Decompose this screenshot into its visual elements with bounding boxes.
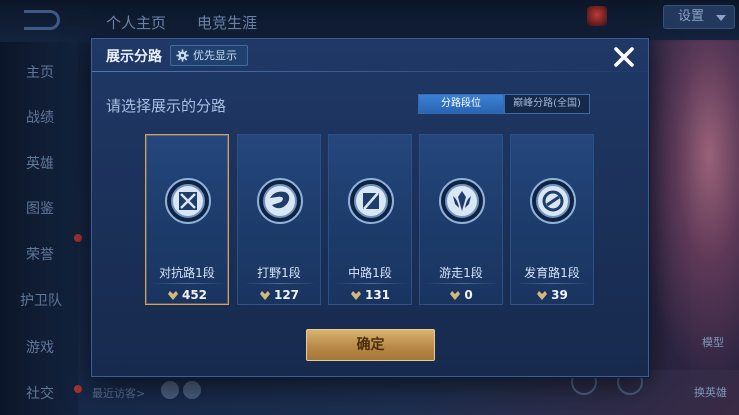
confirm-button[interactable]: 确定 [306,329,435,361]
back-logo-icon[interactable] [24,10,60,30]
lane-card-points: 127 [238,288,320,302]
visitor-avatar[interactable] [183,381,201,399]
points-icon [537,291,548,300]
gear-icon [176,49,189,62]
chevron-down-icon [716,15,726,21]
sidebar-item-home[interactable]: 主页 [26,62,54,82]
card-divider [426,283,498,284]
points-icon [350,291,361,300]
recent-visitors-link[interactable]: 最近访客> [92,385,145,401]
close-icon[interactable] [610,43,638,71]
points-icon [167,291,178,300]
lane-card-label: 游走1段 [439,266,483,280]
lane-card-label: 发育路1段 [524,266,580,280]
change-hero-label[interactable]: 换英雄 [694,384,727,400]
avatar[interactable] [587,6,607,26]
modal-title: 展示分路 [106,49,162,65]
lane-card-points: 452 [146,288,228,302]
hero-portrait [640,40,739,370]
sidebar-item-games[interactable]: 游戏 [26,337,54,357]
lane-card-mid[interactable]: 中路1段 131 [328,134,412,305]
priority-display-button[interactable]: 优先显示 [170,45,248,66]
settings-label: 设置 [678,9,705,24]
lane-card-points: 131 [329,288,411,302]
sidebar [0,42,78,415]
lane-display-modal: 展示分路 优先显示 请选择展示的分路 分路段位 巅峰分路(全国) 对抗路1段 4… [91,38,649,377]
farm-lane-icon [530,178,576,224]
sidebar-item-honor[interactable]: 荣誉 [26,244,54,264]
lane-card-label: 打野1段 [257,266,301,280]
clash-lane-icon [165,178,211,224]
jungle-icon [257,178,303,224]
sidebar-item-codex[interactable]: 图鉴 [26,198,54,218]
lane-card-jungle[interactable]: 打野1段 127 [237,134,321,305]
sidebar-item-social[interactable]: 社交 [26,383,54,403]
card-divider [335,283,407,284]
lane-card-points: 0 [420,288,502,302]
sidebar-item-heroes[interactable]: 英雄 [26,153,54,173]
lane-card-farm[interactable]: 发育路1段 39 [510,134,594,305]
points-icon [259,291,270,300]
model-label[interactable]: 模型 [702,334,724,350]
notification-dot [74,234,82,242]
card-divider [244,283,316,284]
tab-lane-rank[interactable]: 分路段位 [418,94,504,114]
lane-card-label: 中路1段 [348,266,392,280]
tab-peak-lane-national[interactable]: 巅峰分路(全国) [504,94,590,114]
tab-personal-home[interactable]: 个人主页 [106,12,166,33]
card-divider [517,283,589,284]
notification-dot [74,385,82,393]
roam-icon [439,178,485,224]
sidebar-item-guard[interactable]: 护卫队 [20,290,62,310]
lane-card-roam[interactable]: 游走1段 0 [419,134,503,305]
lane-card-points: 39 [511,288,593,302]
settings-dropdown[interactable]: 设置 [663,5,735,29]
lane-card-label: 对抗路1段 [159,266,215,280]
tab-esports-career[interactable]: 电竞生涯 [197,12,257,33]
select-lane-prompt: 请选择展示的分路 [106,97,227,115]
lane-card-clash[interactable]: 对抗路1段 452 [145,134,229,305]
visitor-avatar[interactable] [161,381,179,399]
priority-label: 优先显示 [193,49,237,62]
header-divider [92,71,648,72]
points-icon [450,291,461,300]
mid-lane-icon [348,178,394,224]
card-divider [152,283,224,284]
sidebar-item-record[interactable]: 战绩 [26,107,54,127]
